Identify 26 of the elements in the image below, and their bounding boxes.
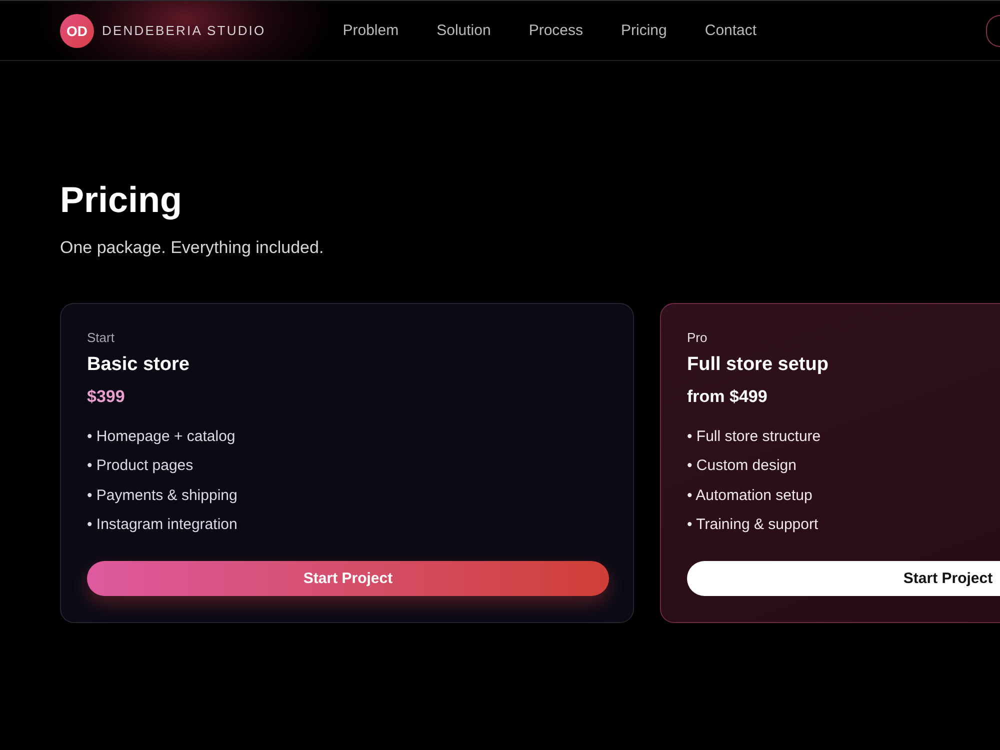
- section-subtitle: One package. Everything included.: [60, 237, 324, 259]
- nav-link[interactable]: Pricing: [621, 22, 667, 39]
- plan-name: Basic store: [87, 353, 190, 377]
- feature-item: • Training & support: [687, 515, 818, 536]
- nav-link[interactable]: Problem: [342, 22, 399, 39]
- plan-name: Full store setup: [687, 353, 828, 377]
- feature-item: • Automation setup: [687, 486, 812, 506]
- start-project-button[interactable]: Start Project: [687, 561, 1000, 596]
- brand-name: DENDEBERIA STUDIO: [102, 23, 266, 38]
- logo-badge: OD: [60, 14, 94, 48]
- tier-label: Pro: [687, 329, 708, 347]
- nav-link[interactable]: Contact: [704, 22, 757, 39]
- tier-label: Start: [87, 329, 114, 347]
- section-title: Pricing: [60, 178, 182, 222]
- plan-price: from $499: [687, 386, 768, 408]
- plan-price: $399: [87, 386, 125, 408]
- feature-item: • Full store structure: [687, 427, 821, 447]
- feature-item: • Payments & shipping: [87, 486, 238, 506]
- nav-link[interactable]: Process: [528, 22, 583, 39]
- feature-item: • Product pages: [87, 456, 194, 476]
- header-button[interactable]: [986, 14, 1000, 46]
- start-project-button[interactable]: Start Project: [87, 561, 609, 596]
- feature-item: • Custom design: [687, 456, 796, 476]
- feature-item: • Homepage + catalog: [87, 427, 236, 447]
- feature-item: • Instagram integration: [87, 515, 238, 536]
- nav-link[interactable]: Solution: [436, 22, 491, 39]
